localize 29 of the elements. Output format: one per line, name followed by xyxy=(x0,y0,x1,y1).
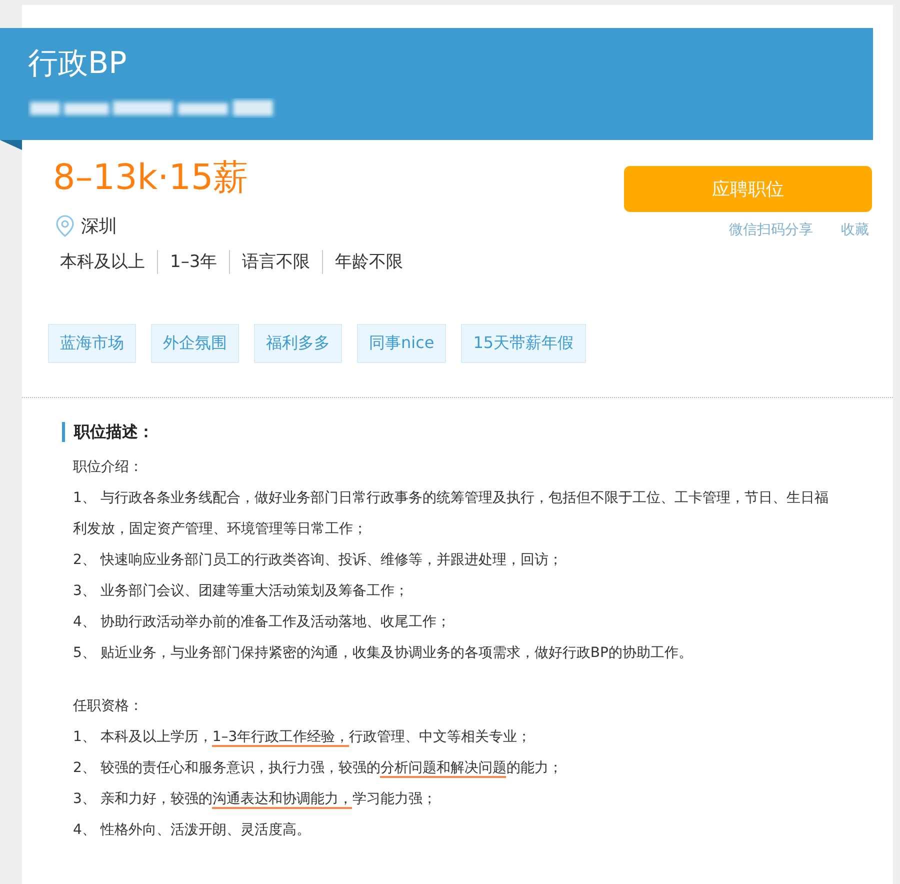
benefit-tag: 蓝海市场 xyxy=(48,324,136,363)
benefit-tag: 同事nice xyxy=(357,324,446,363)
description-line: 5、 贴近业务，与业务部门保持紧密的沟通，收集及协调业务的各项需求，做好行政BP的协助工作。 xyxy=(73,644,694,663)
ribbon-fold xyxy=(0,140,22,150)
description-line: 3、 亲和力好，较强的沟通表达和协调能力，学习能力强； xyxy=(73,790,438,811)
salary: 8–13k·15薪 xyxy=(53,157,250,200)
action-link[interactable]: 收藏 xyxy=(841,221,869,239)
subsection-heading: 任职资格： xyxy=(73,697,144,716)
description-line: 2、 较强的责任心和服务意识，执行力强，较强的分析问题和解决问题的能力； xyxy=(73,759,564,780)
description-line: 2、 快速响应业务部门员工的行政类咨询、投诉、维修等，并跟进处理，回访； xyxy=(73,551,564,570)
location: 深圳 xyxy=(81,215,117,238)
apply-button[interactable]: 应聘职位 xyxy=(624,166,872,212)
job-title: 行政BP xyxy=(28,46,128,82)
benefit-tag: 福利多多 xyxy=(254,324,342,363)
description-line: 4、 性格外向、活泼开朗、灵活度高。 xyxy=(73,821,312,840)
description-line: 1、 与行政各条业务线配合，做好业务部门日常行政事务的统筹管理及执行，包括但不限于工位、工卡管理，节日、生日福利发放，固定资产管理、环境管理等日常工作； xyxy=(73,489,830,539)
job-requirement: 本科及以上 xyxy=(59,251,146,274)
job-requirement: 年龄不限 xyxy=(322,250,416,274)
benefit-tag: 外企氛围 xyxy=(151,324,239,363)
description-line: 3、 业务部门会议、团建等重大活动策划及筹备工作； xyxy=(73,582,410,601)
section-title: 职位描述： xyxy=(62,422,893,442)
benefit-tag: 15天带薪年假 xyxy=(461,324,586,363)
job-requirement: 1–3年 xyxy=(157,250,230,274)
location-pin-icon xyxy=(55,214,75,238)
job-requirement: 语言不限 xyxy=(229,250,322,274)
description-line: 4、 协助行政活动举办前的准备工作及活动落地、收尾工作； xyxy=(73,613,452,632)
subsection-heading: 职位介绍： xyxy=(73,458,144,477)
action-link[interactable]: 微信扫码分享 xyxy=(729,221,813,239)
description-line: 1、 本科及以上学历，1–3年行政工作经验，行政管理、中文等相关专业； xyxy=(73,728,532,749)
